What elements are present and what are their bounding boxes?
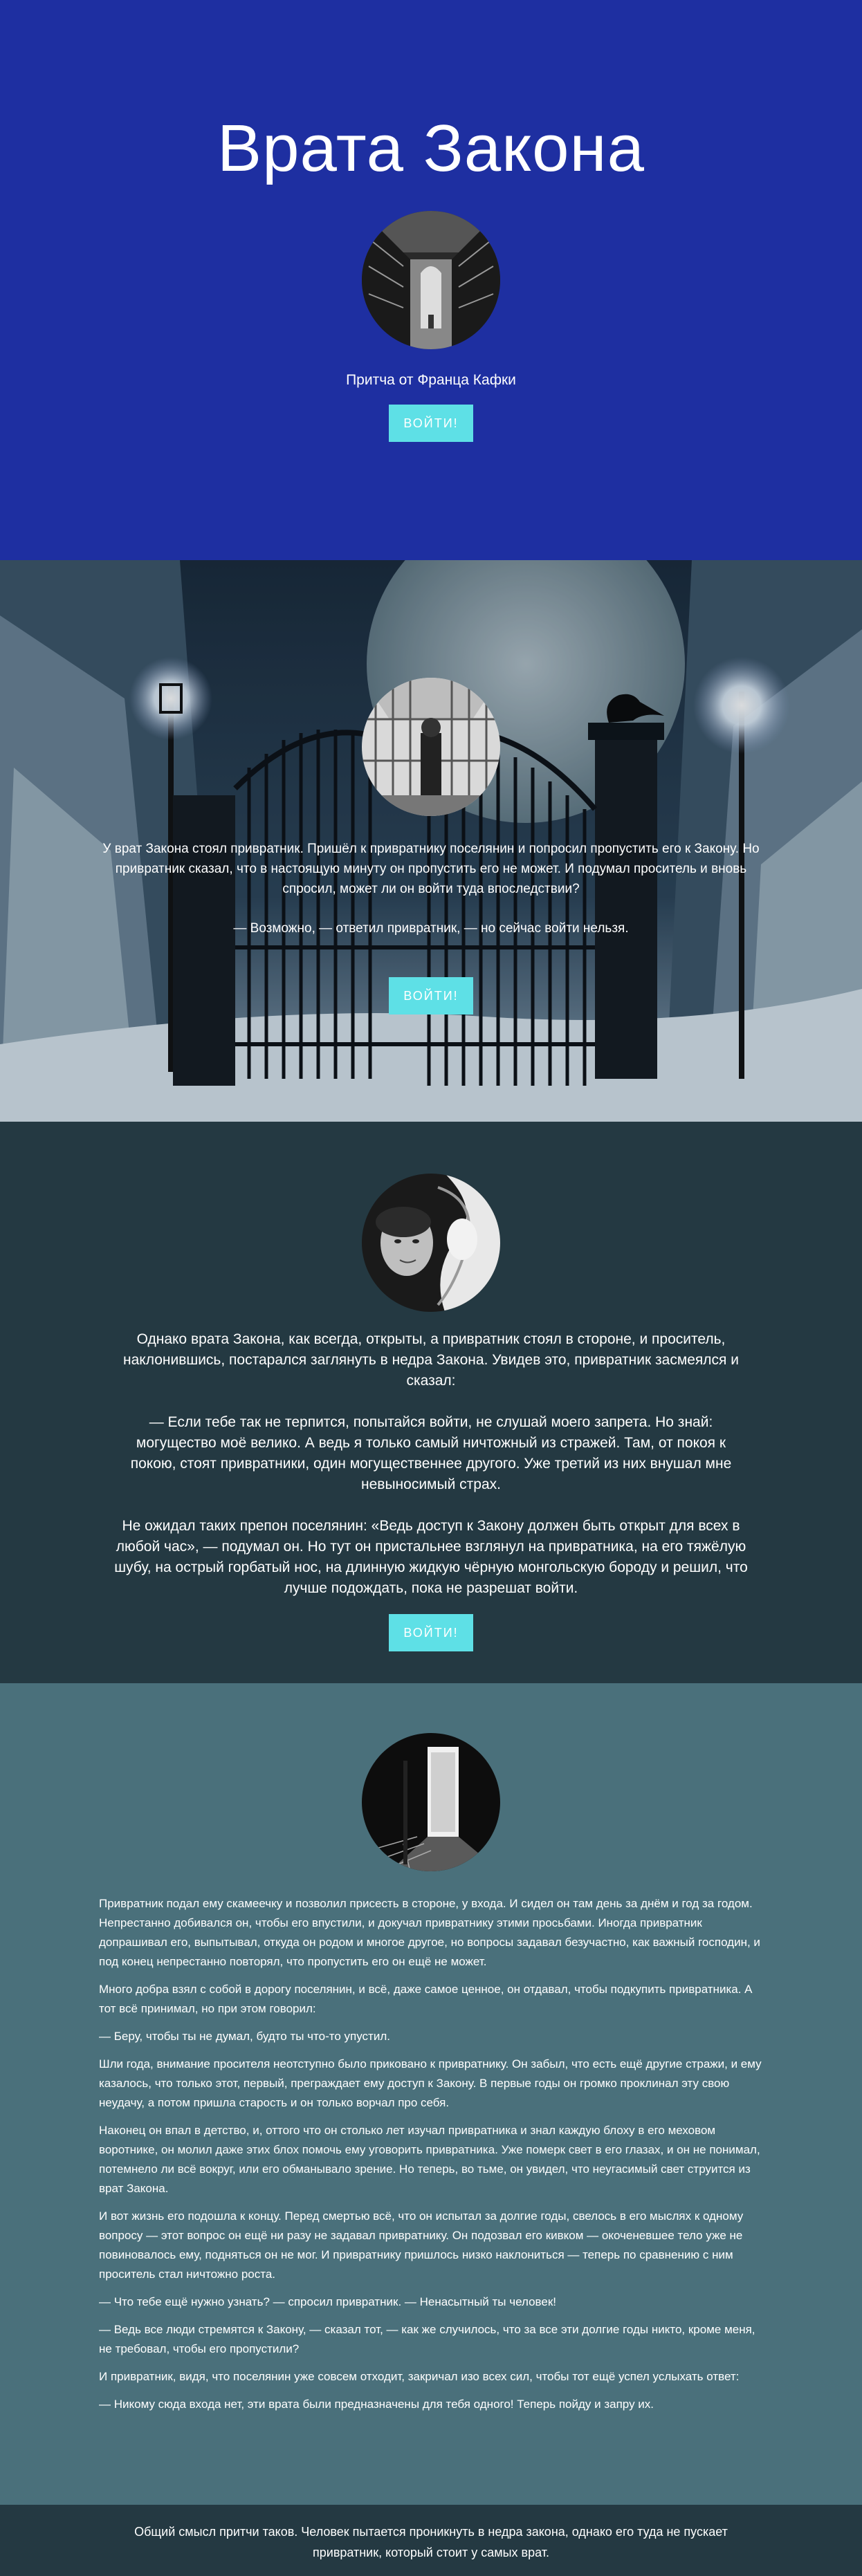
gate-text: У врат Закона стоял привратник. Пришёл к… <box>97 839 765 1014</box>
story-paragraph: — Беру, чтобы ты не думал, будто ты что-… <box>99 2030 390 2043</box>
hero-avatar <box>362 211 500 349</box>
story-paragraph: Много добра взял с собой в дорогу поселя… <box>99 1983 753 2015</box>
enter-button[interactable]: ВОЙТИ! <box>389 405 473 442</box>
story-paragraph: — Что тебе ещё нужно узнать? — спросил п… <box>99 2295 557 2308</box>
footer-text: Общий смысл притчи таков. Человек пытает… <box>134 2525 728 2559</box>
story-paragraph: И вот жизнь его подошла к концу. Перед с… <box>99 2209 744 2281</box>
hero-section: Врата Закона Притча от Франца Кафки ВОЙТ… <box>0 0 862 560</box>
story-paragraph: Наконец он впал в детство, и, оттого что… <box>99 2124 760 2195</box>
gate-section: У врат Закона стоял привратник. Пришёл к… <box>0 560 862 1122</box>
gate-paragraph: — Возможно, — ответил привратник, — но с… <box>233 921 629 936</box>
hero-subtitle: Притча от Франца Кафки <box>346 372 516 388</box>
story-paragraph: — Ведь все люди стремятся к Закону, — ск… <box>99 2323 755 2355</box>
page-title: Врата Закона <box>217 111 645 185</box>
story-paragraph: И привратник, видя, что поселянин уже со… <box>99 2370 740 2383</box>
dark-paragraph: Однако врата Закона, как всегда, открыты… <box>123 1331 739 1389</box>
dark-paragraph: Не ожидал таких препон поселянин: «Ведь … <box>114 1518 748 1596</box>
story-paragraph: Шли года, внимание просителя неотступно … <box>99 2057 762 2109</box>
story-text: Привратник подал ему скамеечку и позволи… <box>99 1894 763 2422</box>
dark-section: Однако врата Закона, как всегда, открыты… <box>0 1122 862 1683</box>
story-avatar <box>362 1733 500 1871</box>
dark-avatar <box>362 1174 500 1312</box>
gate-paragraph: У врат Закона стоял привратник. Пришёл к… <box>102 842 760 896</box>
story-paragraph: — Никому сюда входа нет, эти врата были … <box>99 2398 654 2411</box>
story-section: Привратник подал ему скамеечку и позволи… <box>0 1683 862 2505</box>
dark-paragraph: — Если тебе так не терпится, попытайся в… <box>130 1414 732 1492</box>
story-paragraph: Привратник подал ему скамеечку и позволи… <box>99 1897 760 1968</box>
enter-button[interactable]: ВОЙТИ! <box>389 977 473 1014</box>
footer: Общий смысл притчи таков. Человек пытает… <box>0 2505 862 2576</box>
dark-text: Однако врата Закона, как всегда, открыты… <box>114 1329 748 1620</box>
enter-button[interactable]: ВОЙТИ! <box>389 1614 473 1651</box>
gate-avatar <box>362 678 500 816</box>
